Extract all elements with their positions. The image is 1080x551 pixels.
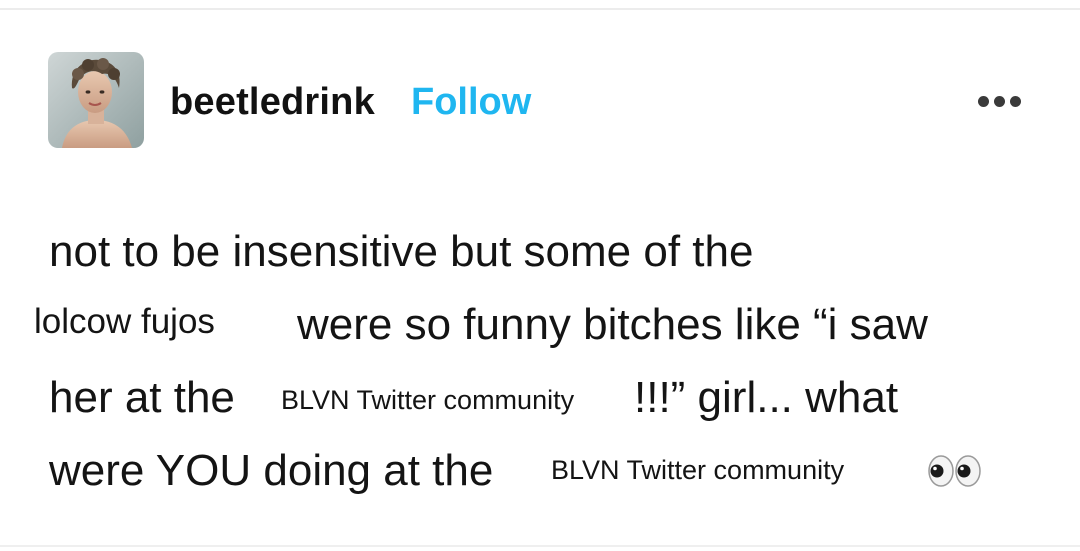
edited-label-blvn-2: BLVN Twitter community [551,455,845,485]
post-text-line-2: were so funny bitches like “i saw [297,300,928,349]
more-dot [994,95,1005,107]
post-text-line-4-start: were YOU doing at the [49,446,494,495]
post-text-line-1: not to be insensitive but some of the [49,227,754,276]
bottom-divider [0,545,1080,547]
more-dot [978,95,989,107]
tumblr-post: beetledrink Follow not to be insensitive… [0,0,1080,551]
edited-label-lolcow-fujos: lolcow fujos [34,302,215,341]
eyes-emoji-icon [928,455,981,487]
portrait-avatar-icon [48,52,144,148]
post-text-line-3-end: !!!” girl... what [634,373,899,422]
author-avatar[interactable] [48,52,144,148]
post-text-line-3-start: her at the [49,373,235,422]
follow-button[interactable]: Follow [411,80,531,124]
top-divider [0,8,1080,10]
more-options-button[interactable] [978,86,1038,116]
more-dot [1010,95,1021,107]
author-username[interactable]: beetledrink [170,80,375,124]
edited-label-blvn-1: BLVN Twitter community [281,385,575,415]
